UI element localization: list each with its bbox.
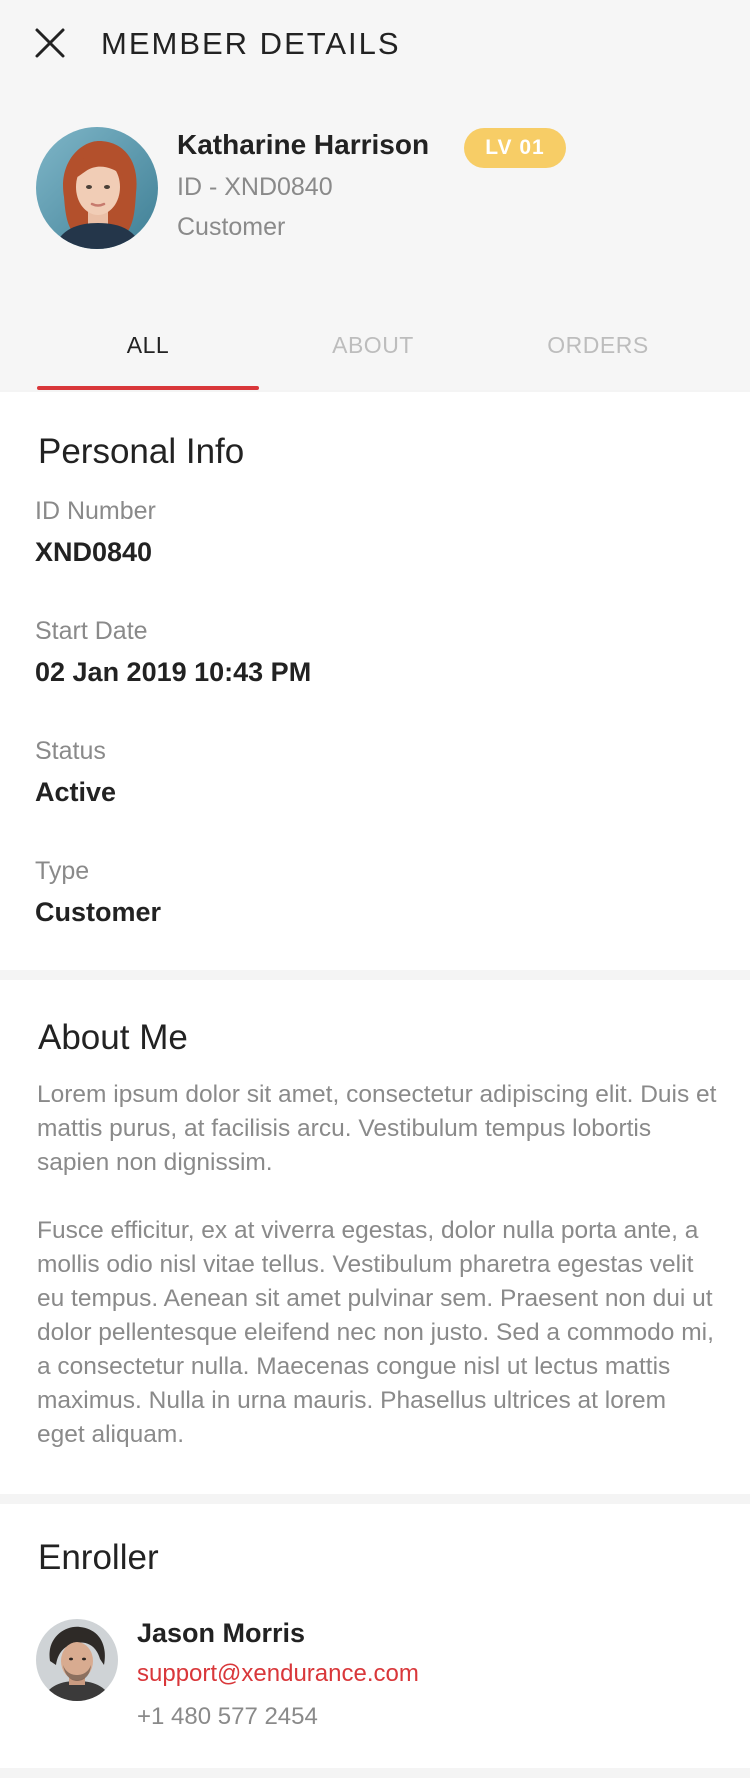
close-button[interactable] [34,27,66,59]
personal-info-title: Personal Info [38,432,245,471]
type-value: Customer [35,897,162,927]
member-avatar [36,127,158,249]
type-label: Type [35,857,90,885]
about-me-card: About Me Lorem ipsum dolor sit amet, con… [0,980,750,1494]
id-number-value: XND0840 [35,537,153,567]
tab-bar: ALL ABOUT ORDERS [37,320,709,390]
member-name: Katharine Harrison [177,129,430,160]
status-value: Active [35,777,117,807]
member-header: MEMBER DETAILS Katharine Harrison LV 01 … [0,0,750,390]
tab-about[interactable]: ABOUT [262,320,484,390]
member-id: ID - XND0840 [177,173,333,201]
member-role: Customer [177,213,286,241]
tab-all[interactable]: ALL [37,320,259,390]
page-title: MEMBER DETAILS [101,26,401,61]
start-date-value: 02 Jan 2019 10:43 PM [35,657,312,687]
enroller-avatar [36,1619,118,1701]
status-label: Status [35,737,106,765]
tab-orders[interactable]: ORDERS [487,320,709,390]
personal-info-card: Personal Info ID Number XND0840 Start Da… [0,392,750,970]
enroller-phone: +1 480 577 2454 [137,1703,318,1730]
start-date-label: Start Date [35,617,148,645]
level-badge: LV 01 [464,128,566,168]
active-tab-indicator [37,386,259,390]
id-number-label: ID Number [35,497,156,525]
enroller-name: Jason Morris [137,1618,306,1648]
enroller-title: Enroller [38,1538,159,1577]
about-me-title: About Me [38,1018,188,1057]
about-me-paragraph-2: Fusce efficitur, ex at viverra egestas, … [37,1217,714,1448]
about-me-paragraph-1: Lorem ipsum dolor sit amet, consectetur … [37,1081,717,1176]
close-icon[interactable] [34,27,66,59]
enroller-card: Enroller Jason Morris support@xendurance… [0,1504,750,1768]
enroller-email-link[interactable]: support@xendurance.com [137,1659,419,1689]
